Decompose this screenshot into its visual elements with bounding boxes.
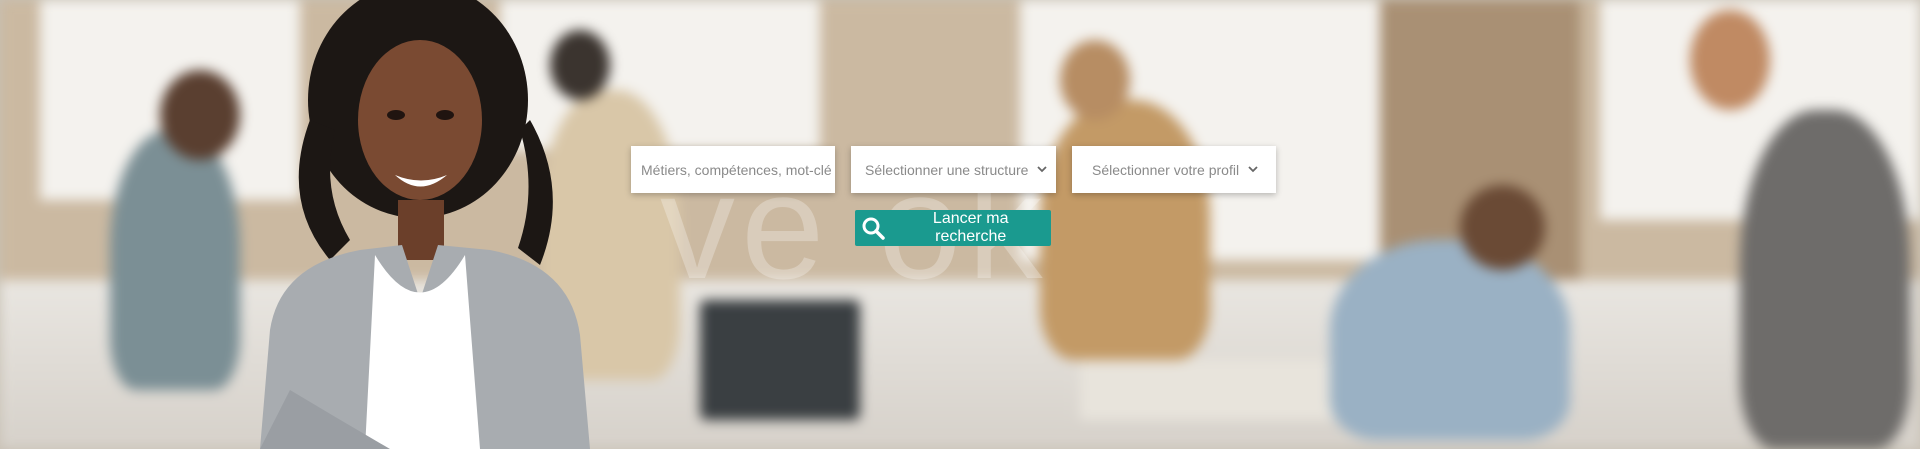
- structure-select-label: Sélectionner une structure: [865, 161, 1029, 178]
- launch-search-label: Lancer ma recherche: [932, 210, 1009, 245]
- chevron-down-icon: [1247, 164, 1259, 176]
- profile-select-label: Sélectionner votre profil: [1092, 161, 1240, 178]
- structure-select[interactable]: Sélectionner une structure: [851, 146, 1056, 193]
- hero-banner: ve ok Sélectionner une structure Sélecti…: [0, 0, 1920, 449]
- profile-select[interactable]: Sélectionner votre profil: [1072, 146, 1276, 193]
- keywords-input[interactable]: [641, 146, 835, 193]
- launch-search-button[interactable]: Lancer ma recherche: [855, 210, 1051, 246]
- keywords-field[interactable]: [631, 146, 835, 193]
- magnifier-icon: [857, 212, 888, 244]
- chevron-down-icon: [1036, 164, 1048, 176]
- woman-portrait: [260, 0, 590, 449]
